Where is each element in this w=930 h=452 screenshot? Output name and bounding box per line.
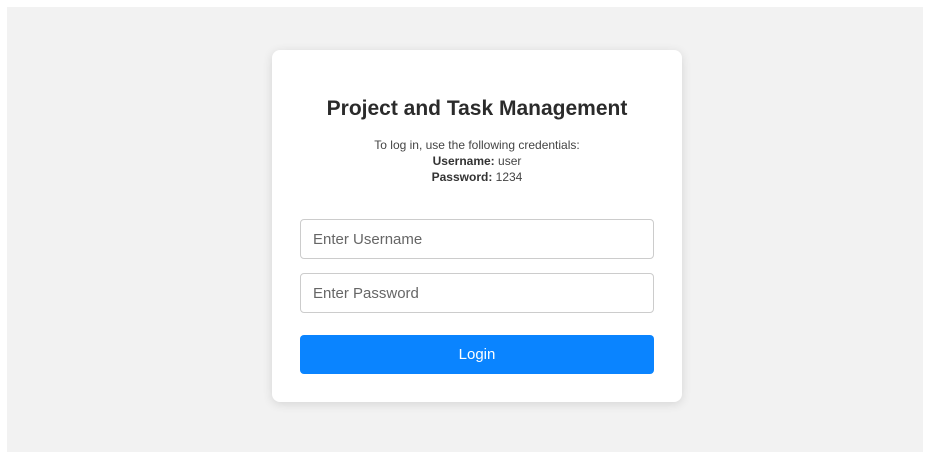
login-card: Project and Task Management To log in, u… (272, 50, 682, 402)
credentials-password-label: Password: (431, 170, 493, 184)
credentials-hint: To log in, use the following credentials… (272, 137, 682, 185)
credentials-username-line: Username: user (272, 153, 682, 169)
credentials-password-value: 1234 (495, 170, 523, 184)
credentials-username-value: user (498, 154, 522, 168)
page-background: Project and Task Management To log in, u… (7, 7, 923, 452)
credentials-password-line: Password: 1234 (272, 169, 682, 185)
page-title: Project and Task Management (326, 97, 628, 120)
credentials-instructions: To log in, use the following credentials… (374, 138, 580, 152)
credentials-username-label: Username: (432, 154, 495, 168)
password-input[interactable] (300, 273, 654, 313)
login-button[interactable]: Login (300, 335, 654, 374)
username-input[interactable] (300, 219, 654, 259)
